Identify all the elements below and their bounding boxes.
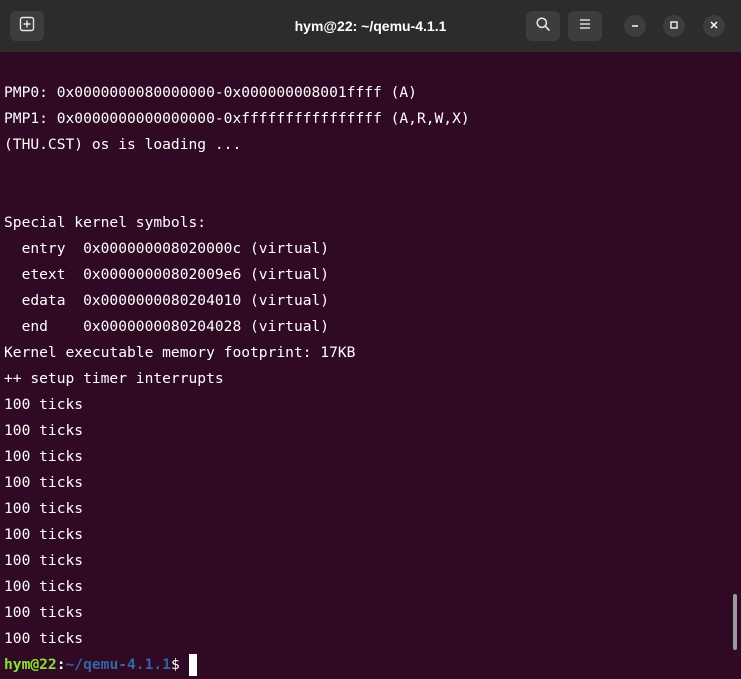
terminal-line: 100 ticks <box>4 630 84 647</box>
terminal-output: PMP0: 0x0000000080000000-0x000000008001f… <box>4 80 470 652</box>
terminal-line: (THU.CST) os is loading ... <box>4 136 242 153</box>
terminal-line: PMP0: 0x0000000080000000-0x000000008001f… <box>4 84 417 101</box>
terminal-line: 100 ticks <box>4 500 84 517</box>
terminal-window: hym@22: ~/qemu-4.1.1 PMP0: 0x00000000800… <box>0 0 741 679</box>
terminal-line: etext 0x00000000802009e6 (virtual) <box>4 266 330 283</box>
title-bar[interactable]: hym@22: ~/qemu-4.1.1 <box>0 0 741 52</box>
prompt-user-host: hym@22 <box>4 656 57 673</box>
terminal-line: 100 ticks <box>4 578 84 595</box>
close-button[interactable] <box>703 15 725 37</box>
new-tab-icon <box>19 16 35 37</box>
terminal-line: 100 ticks <box>4 604 84 621</box>
terminal-line: edata 0x0000000080204010 (virtual) <box>4 292 330 309</box>
maximize-icon <box>669 17 679 35</box>
hamburger-menu-icon <box>578 17 592 36</box>
terminal-line: end 0x0000000080204028 (virtual) <box>4 318 330 335</box>
scrollbar[interactable] <box>729 52 737 679</box>
terminal-line: 100 ticks <box>4 422 84 439</box>
terminal-line: entry 0x000000008020000c (virtual) <box>4 240 330 257</box>
terminal-line: 100 ticks <box>4 396 84 413</box>
scrollbar-thumb[interactable] <box>733 594 737 650</box>
text-cursor <box>188 654 197 676</box>
terminal-line: 100 ticks <box>4 552 84 569</box>
minimize-icon <box>630 17 640 35</box>
terminal-line: 100 ticks <box>4 474 84 491</box>
terminal-line: Kernel executable memory footprint: 17KB <box>4 344 356 361</box>
minimize-button[interactable] <box>624 15 646 37</box>
new-tab-button[interactable] <box>10 11 44 41</box>
close-icon <box>709 17 719 35</box>
maximize-button[interactable] <box>663 15 685 37</box>
search-icon <box>535 16 551 37</box>
prompt-symbol: $ <box>170 656 180 673</box>
terminal-prompt-line[interactable]: hym@22: ~/qemu-4.1.1 $ <box>4 652 197 678</box>
terminal-area[interactable]: PMP0: 0x0000000080000000-0x000000008001f… <box>0 52 741 679</box>
prompt-colon: : <box>56 656 66 673</box>
terminal-line: 100 ticks <box>4 448 84 465</box>
search-button[interactable] <box>526 11 560 41</box>
prompt-path: ~/qemu-4.1.1 <box>65 656 171 673</box>
terminal-line: Special kernel symbols: <box>4 214 207 231</box>
menu-button[interactable] <box>568 11 602 41</box>
terminal-line: 100 ticks <box>4 526 84 543</box>
terminal-line: ++ setup timer interrupts <box>4 370 224 387</box>
terminal-line: PMP1: 0x0000000000000000-0xfffffffffffff… <box>4 110 470 127</box>
